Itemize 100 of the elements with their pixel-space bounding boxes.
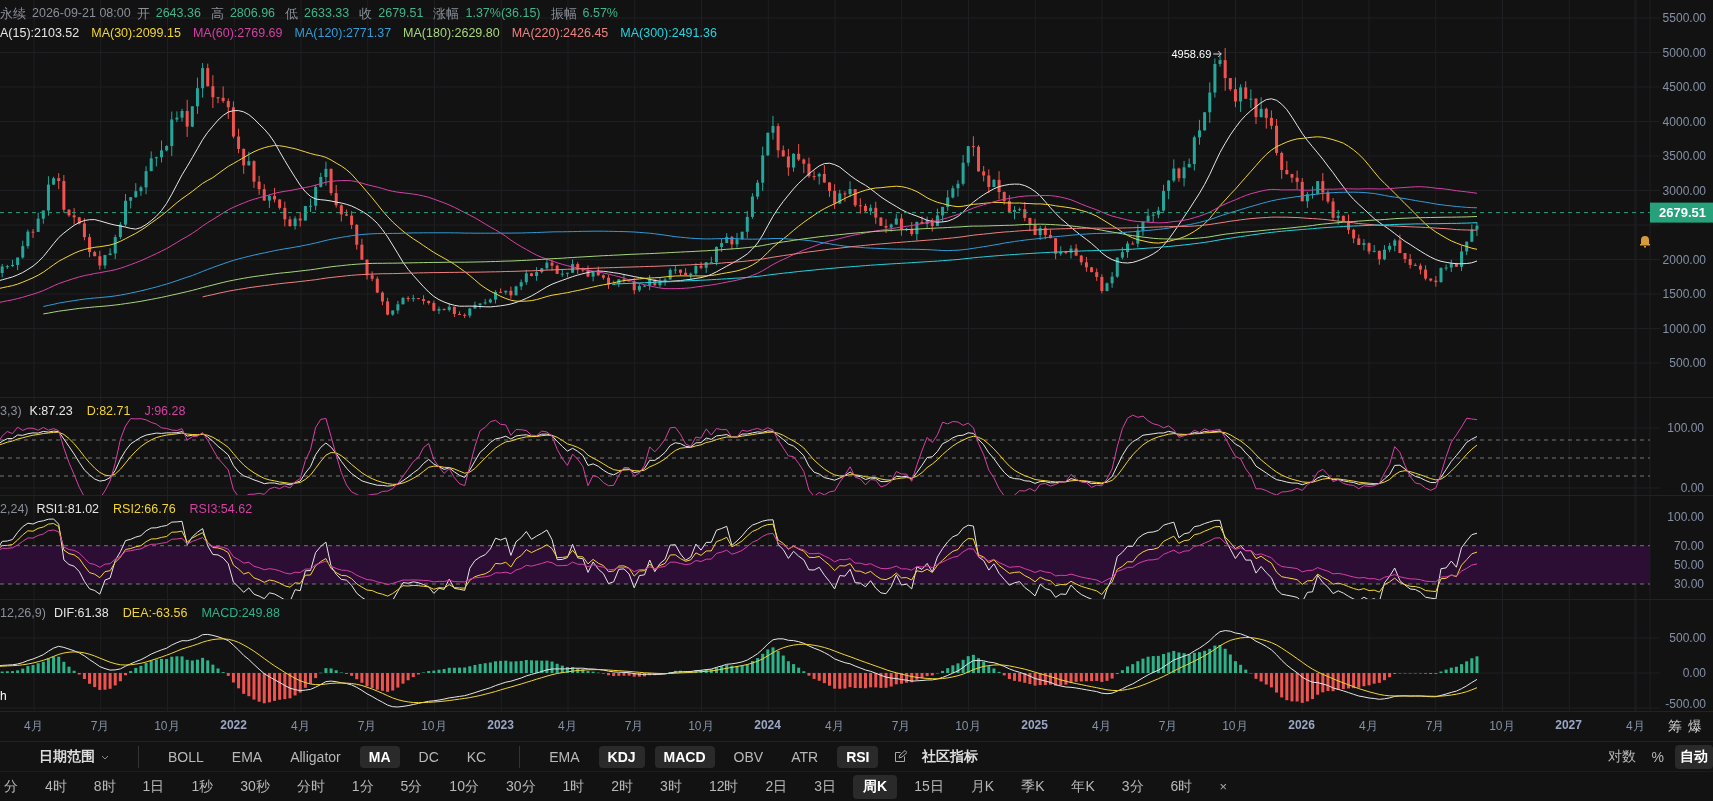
interval-tab[interactable]: 4时 [35, 774, 77, 799]
interval-tab[interactable]: 3分 [1111, 774, 1154, 799]
date-label: 10月 [420, 718, 448, 735]
interval-tab[interactable]: 10分 [439, 774, 489, 799]
indicator-value: RSI2:66.76 [113, 502, 176, 516]
axis-label: 4500.00 [1662, 80, 1706, 94]
date-label: 2024 [753, 718, 782, 734]
interval-tab[interactable]: 30秒 [230, 774, 280, 799]
quote-label: 涨幅 [433, 6, 460, 23]
quote-value: 6.57% [582, 6, 618, 22]
moving-average-value: MA(220):2426.45 [511, 26, 609, 40]
indicator-toggle[interactable]: OBV [724, 745, 773, 768]
interval-tab[interactable]: 1时 [552, 774, 595, 799]
axis-label: 5000.00 [1662, 45, 1706, 60]
axis-label: 1500.00 [1662, 287, 1706, 301]
indicator-toggle[interactable]: Alligator [281, 745, 350, 768]
quote-value: 2806.96 [229, 6, 276, 22]
indicator-value: MACD:249.88 [201, 606, 280, 620]
interval-tab[interactable]: 3日 [804, 774, 847, 799]
interval-tab[interactable]: 周K [853, 774, 898, 799]
edit-icon[interactable] [894, 750, 908, 763]
arrow-icon [1212, 50, 1222, 58]
date-label: 4月 [1091, 718, 1112, 735]
interval-tab[interactable]: 6时 [1160, 774, 1203, 799]
interval-tab[interactable]: 12时 [698, 774, 749, 799]
community-indicators-button[interactable]: 社区指标 [913, 744, 988, 769]
interval-tab[interactable]: 2时 [601, 774, 644, 799]
interval-tab[interactable]: 1分 [341, 774, 384, 799]
date-label: 7月 [1424, 718, 1446, 735]
date-label: 2027 [1554, 718, 1583, 734]
indicator-value: DEA:-63.56 [122, 606, 188, 620]
date-label: 7月 [623, 718, 645, 735]
date-label: 2025 [1020, 718, 1049, 734]
indicator-toggle[interactable]: RSI [837, 745, 879, 768]
date-label: 7月 [356, 718, 378, 735]
indicator-value: J:96.28 [144, 404, 186, 418]
indicator-toggle[interactable]: MA [359, 745, 400, 768]
axis-label: 5500.00 [1662, 11, 1706, 25]
axis-label: 70.00 [1673, 538, 1704, 553]
interval-tab[interactable]: 15日 [904, 774, 954, 799]
scale-toggle[interactable]: % [1646, 745, 1669, 768]
interval-tab[interactable]: 3时 [650, 774, 692, 799]
symbol-name: 永续 [0, 6, 26, 23]
moving-average-value: MA(300):2491.36 [620, 26, 717, 40]
date-label: 10月 [687, 718, 715, 735]
indicator-toggle[interactable]: KDJ [598, 745, 645, 768]
scale-toggle[interactable]: 对数 [1602, 744, 1641, 769]
interval-tab[interactable]: 8时 [83, 774, 126, 799]
quote-value: 2633.33 [304, 6, 350, 22]
date-label: 2026 [1287, 718, 1316, 734]
date-label: 4月 [824, 718, 845, 735]
indicator-toggle[interactable]: EMA [222, 745, 272, 768]
date-label: 7月 [1157, 718, 1179, 735]
moving-average-value: A(15):2103.52 [0, 26, 80, 40]
axis-label: 0.00 [1682, 666, 1706, 680]
interval-tab[interactable]: 2日 [755, 774, 798, 799]
interval-tab[interactable]: 30分 [495, 774, 546, 799]
axis-label: -500.00 [1665, 697, 1706, 711]
close-button[interactable]: × [1209, 776, 1237, 797]
quote-label: 高 [210, 6, 224, 23]
scale-toggle[interactable]: 自动 [1675, 744, 1713, 769]
axis-label: 0.00 [1680, 481, 1704, 495]
indicator-params: 12,26,9) [0, 606, 46, 620]
interval-tab[interactable]: 年K [1061, 774, 1105, 799]
corner-label[interactable]: 筹 [1668, 717, 1682, 736]
axis-label: 30.00 [1673, 577, 1704, 591]
date-label: 4月 [290, 718, 311, 735]
indicator-value: RSI3:54.62 [189, 502, 253, 516]
indicator-value: RSI1:81.02 [36, 502, 100, 516]
interval-tab[interactable]: 1秒 [181, 774, 224, 799]
quote-label: 开 [136, 6, 150, 23]
indicator-toggle[interactable]: KC [457, 745, 496, 768]
moving-average-value: MA(180):2629.80 [403, 26, 500, 40]
date-label: 4月 [1625, 718, 1646, 735]
indicator-value: K:87.23 [29, 404, 73, 418]
axis-label: 100.00 [1667, 421, 1704, 435]
datetime: 2026-09-21 08:00 [32, 6, 131, 22]
axis-label: 4000.00 [1662, 114, 1706, 129]
bell-icon [1640, 236, 1650, 248]
date-range-dropdown[interactable]: 日期范围 [30, 744, 118, 769]
interval-tab[interactable]: 5分 [390, 774, 433, 799]
indicator-toggle[interactable]: ATR [782, 745, 828, 768]
indicator-toggle[interactable]: DC [409, 745, 448, 768]
axis-label: 2000.00 [1662, 252, 1706, 267]
axis-label: 3000.00 [1662, 183, 1706, 198]
interval-tab[interactable]: 分时 [286, 774, 335, 799]
corner-label[interactable]: 爆 [1688, 717, 1702, 736]
interval-tab[interactable]: 分 [0, 774, 28, 799]
indicator-params: 3,3) [0, 404, 22, 418]
date-label: 4月 [1358, 718, 1379, 735]
indicator-params: 2,24) [0, 502, 29, 516]
interval-tab[interactable]: 季K [1011, 774, 1055, 799]
date-label: 10月 [1221, 718, 1249, 735]
interval-tab[interactable]: 1日 [132, 774, 175, 799]
indicator-toggle[interactable]: MACD [654, 745, 715, 768]
axis-label: 3500.00 [1662, 149, 1706, 163]
indicator-toggle[interactable]: BOLL [159, 745, 213, 768]
interval-tab[interactable]: 月K [960, 774, 1005, 799]
date-label: 10月 [1488, 718, 1516, 735]
indicator-toggle[interactable]: EMA [540, 745, 589, 768]
